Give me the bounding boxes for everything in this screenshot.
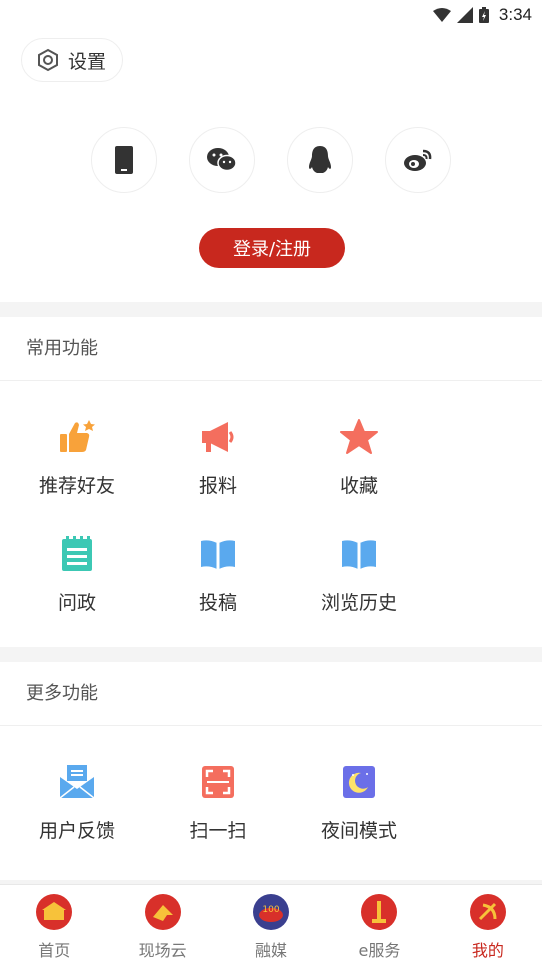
login-wechat-button[interactable] [189, 127, 255, 193]
tab-live-cloud[interactable]: 现场云 [108, 885, 216, 964]
inquiry-item[interactable]: 问政 [13, 514, 141, 631]
media-tab-icon: 100 [253, 894, 290, 930]
e-service-tab-icon [361, 894, 398, 930]
login-weibo-button[interactable] [385, 127, 451, 193]
more-functions-section: 更多功能 用户反馈 扫一扫 夜间模式 [0, 662, 542, 880]
item-label: 扫一扫 [189, 820, 247, 842]
tab-home[interactable]: 首页 [0, 885, 108, 964]
book-icon [198, 534, 238, 574]
login-qq-button[interactable] [287, 127, 353, 193]
svg-text:100: 100 [262, 905, 279, 915]
signal-icon [456, 7, 473, 23]
party-emblem-tab-icon [469, 894, 506, 930]
tab-label: 首页 [38, 941, 71, 960]
item-label: 推荐好友 [38, 475, 115, 497]
status-time: 3:34 [498, 5, 532, 24]
recommend-friends-item[interactable]: 推荐好友 [13, 397, 141, 514]
settings-button[interactable]: 设置 [21, 38, 124, 82]
megaphone-icon [198, 417, 238, 457]
item-label: 问政 [57, 592, 96, 614]
tab-label: 我的 [471, 941, 504, 960]
book-icon [339, 534, 379, 574]
scan-icon [198, 762, 238, 802]
weibo-icon [404, 149, 432, 171]
live-cloud-tab-icon [144, 894, 181, 930]
wifi-icon [432, 8, 451, 22]
notepad-icon [57, 534, 97, 574]
item-label: 用户反馈 [38, 820, 115, 842]
favorites-item[interactable]: 收藏 [295, 397, 423, 514]
login-register-button[interactable]: 登录/注册 [199, 228, 345, 268]
battery-icon [478, 7, 489, 23]
report-news-item[interactable]: 报料 [154, 397, 282, 514]
tab-mine[interactable]: 我的 [434, 885, 542, 964]
scan-item[interactable]: 扫一扫 [154, 742, 282, 859]
bottom-tab-bar: 首页 现场云 100 融媒 e服务 我的 [0, 884, 542, 964]
settings-label: 设置 [68, 50, 107, 73]
item-label: 投稿 [198, 592, 237, 614]
gear-icon [38, 48, 58, 72]
wechat-icon [207, 148, 237, 172]
tab-label: 融媒 [255, 941, 288, 960]
home-tab-icon [36, 894, 73, 930]
common-functions-section: 常用功能 推荐好友 报料 收藏 问政 投稿 浏览历史 [0, 317, 542, 647]
mail-icon [57, 762, 97, 802]
tab-e-service[interactable]: e服务 [325, 885, 433, 964]
user-feedback-item[interactable]: 用户反馈 [13, 742, 141, 859]
login-phone-button[interactable] [91, 127, 157, 193]
moon-icon [339, 762, 379, 802]
night-mode-item[interactable]: 夜间模式 [295, 742, 423, 859]
section-title: 更多功能 [0, 662, 542, 726]
thumbs-up-icon [57, 417, 97, 457]
status-bar: 3:34 [0, 0, 542, 30]
item-label: 夜间模式 [320, 820, 397, 842]
item-label: 浏览历史 [320, 592, 397, 614]
third-party-login [0, 127, 542, 193]
qq-icon [309, 146, 331, 173]
submit-article-item[interactable]: 投稿 [154, 514, 282, 631]
star-icon [339, 417, 379, 457]
profile-header: 设置 登录/注册 [0, 30, 542, 302]
section-title: 常用功能 [0, 317, 542, 381]
phone-icon [115, 146, 133, 174]
tab-label: 现场云 [138, 941, 187, 960]
tab-media[interactable]: 100 融媒 [217, 885, 325, 964]
browsing-history-item[interactable]: 浏览历史 [295, 514, 423, 631]
item-label: 收藏 [339, 475, 378, 497]
tab-label: e服务 [358, 941, 401, 960]
item-label: 报料 [198, 475, 237, 497]
